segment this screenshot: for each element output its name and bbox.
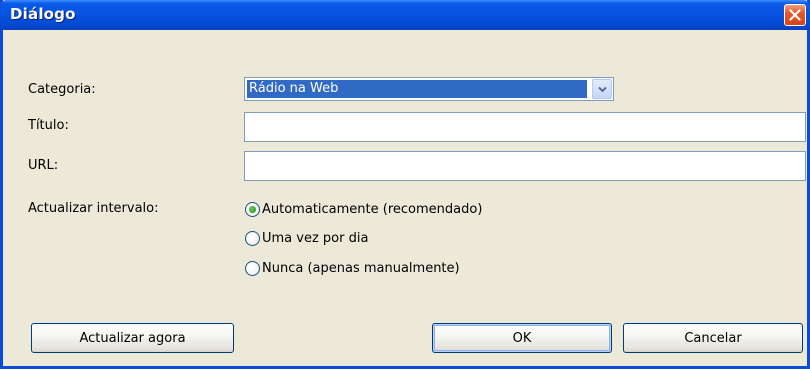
dialog-window: Diálogo Categoria: Rádio na Web Título: …: [0, 0, 810, 369]
interval-option-daily[interactable]: Uma vez por dia: [245, 228, 368, 248]
title-bar[interactable]: Diálogo: [0, 0, 810, 30]
radio-daily-label: Uma vez por dia: [262, 230, 369, 246]
chevron-down-icon: [598, 86, 607, 93]
window-title: Diálogo: [10, 5, 76, 23]
radio-never[interactable]: [245, 260, 260, 276]
ok-button[interactable]: OK: [432, 323, 612, 353]
title-label: Título:: [28, 118, 69, 133]
url-label: URL:: [28, 158, 59, 173]
radio-automatic-label: Automaticamente (recomendado): [262, 201, 483, 217]
radio-daily[interactable]: [245, 230, 260, 246]
interval-option-automatic[interactable]: Automaticamente (recomendado): [245, 199, 482, 219]
radio-automatic[interactable]: [245, 201, 260, 217]
interval-option-never[interactable]: Nunca (apenas manualmente): [245, 258, 460, 278]
cancel-button[interactable]: Cancelar: [623, 323, 803, 353]
category-label: Categoria:: [28, 82, 96, 97]
close-button[interactable]: [784, 4, 806, 26]
title-input[interactable]: [244, 112, 806, 142]
category-select[interactable]: Rádio na Web: [244, 77, 614, 101]
category-dropdown-button[interactable]: [592, 79, 612, 99]
category-selected-value: Rádio na Web: [247, 80, 587, 98]
url-input[interactable]: [244, 151, 806, 181]
interval-label: Actualizar intervalo:: [28, 201, 159, 216]
close-icon: [789, 9, 801, 21]
update-now-button[interactable]: Actualizar agora: [31, 323, 234, 353]
radio-never-label: Nunca (apenas manualmente): [262, 260, 460, 276]
